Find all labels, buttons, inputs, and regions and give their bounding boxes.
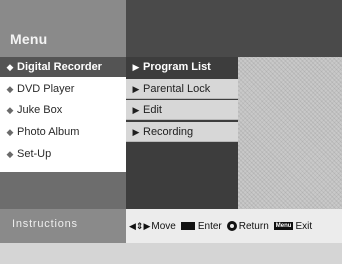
menu-title: Menu bbox=[10, 31, 48, 47]
main-menu-item-digital-recorder[interactable]: ◆ Digital Recorder bbox=[0, 57, 126, 77]
exit-hint: Exit bbox=[295, 220, 313, 232]
return-hint: Return bbox=[238, 220, 269, 232]
return-key-icon bbox=[226, 221, 237, 231]
arrow-right-icon: ▶ bbox=[132, 62, 140, 72]
bottom-strip bbox=[0, 243, 342, 264]
enter-hint: Enter bbox=[197, 220, 222, 232]
arrow-right-icon: ▶ bbox=[132, 84, 140, 94]
key-hints: ◀⇕▶ Move Enter Return Menu Exit bbox=[126, 209, 342, 243]
main-menu-item-label: Juke Box bbox=[17, 104, 63, 116]
main-menu-item-label: Set-Up bbox=[17, 148, 52, 160]
sub-menu-item-label: Recording bbox=[143, 126, 194, 138]
main-menu-item-label: Photo Album bbox=[17, 126, 80, 138]
menu-key-icon: Menu bbox=[273, 222, 294, 230]
arrow-right-icon: ▶ bbox=[132, 127, 140, 137]
main-menu-panel-bottom bbox=[0, 172, 126, 209]
diamond-icon: ◆ bbox=[6, 127, 14, 137]
diamond-icon: ◆ bbox=[6, 62, 14, 72]
menu-screen: Menu ◆ Digital Recorder ◆ DVD Player ◆ Juke… bbox=[0, 0, 342, 264]
diamond-icon: ◆ bbox=[6, 84, 14, 94]
main-menu-item-label: DVD Player bbox=[17, 83, 75, 95]
main-menu-item-photo-album[interactable]: ◆ Photo Album bbox=[0, 122, 126, 142]
move-hint: Move bbox=[151, 220, 176, 232]
diamond-icon: ◆ bbox=[6, 149, 14, 159]
instructions-label-box: Instructions bbox=[0, 209, 126, 243]
sub-menu-item-program-list[interactable]: ▶ Program List bbox=[126, 57, 238, 77]
diamond-icon: ◆ bbox=[6, 105, 14, 115]
enter-key-icon bbox=[180, 222, 195, 230]
sub-menu-item-recording[interactable]: ▶ Recording bbox=[126, 122, 238, 142]
sub-menu-item-parental-lock[interactable]: ▶ Parental Lock bbox=[126, 79, 238, 99]
navigation-arrows-icon: ◀⇕▶ bbox=[129, 220, 151, 231]
instructions-bar: Instructions ◀⇕▶ Move Enter Return Menu Ex… bbox=[0, 209, 342, 243]
title-bar-right bbox=[126, 0, 342, 57]
instructions-label: Instructions bbox=[12, 218, 78, 230]
main-menu-item-juke-box[interactable]: ◆ Juke Box bbox=[0, 100, 126, 120]
sub-menu-item-label: Program List bbox=[143, 61, 211, 73]
sub-menu-item-label: Edit bbox=[143, 104, 162, 116]
sub-menu-item-label: Parental Lock bbox=[143, 83, 211, 95]
arrow-right-icon: ▶ bbox=[132, 105, 140, 115]
main-menu-item-label: Digital Recorder bbox=[17, 61, 102, 73]
main-menu-item-set-up[interactable]: ◆ Set-Up bbox=[0, 144, 126, 164]
sub-menu-item-edit[interactable]: ▶ Edit bbox=[126, 100, 238, 120]
title-bar: Menu bbox=[0, 0, 126, 57]
main-menu-item-dvd-player[interactable]: ◆ DVD Player bbox=[0, 79, 126, 99]
